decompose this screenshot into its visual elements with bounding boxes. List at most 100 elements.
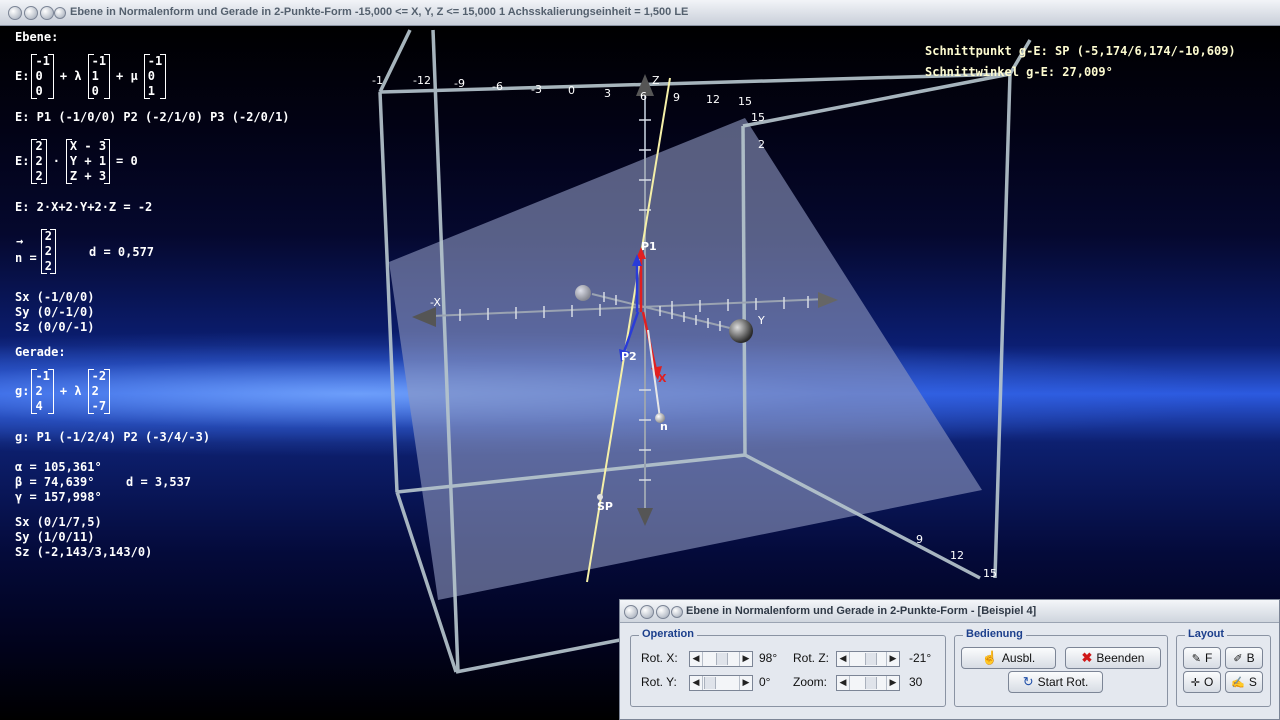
- gerade-heading: Gerade:: [15, 345, 66, 359]
- rot-z-slider[interactable]: ◀ ▶: [836, 651, 900, 667]
- window-title-bar[interactable]: Ebene in Normalenform und Gerade in 2-Pu…: [0, 0, 1280, 26]
- slider-left-icon[interactable]: ◀: [690, 676, 703, 690]
- plane-sz: Sz (0/0/-1): [15, 320, 95, 334]
- rot-x-value: 98°: [759, 651, 778, 665]
- plane-coordinate-equation: E: 2·X+2·Y+2·Z = -2: [15, 200, 153, 214]
- angle-beta: β = 74,639°: [15, 475, 95, 489]
- bedienung-group: Bedienung ☝ Ausbl. ✖ Beenden ↻ Start Rot…: [954, 628, 1168, 707]
- slider-left-icon[interactable]: ◀: [690, 652, 703, 666]
- layout-label: Layout: [1185, 628, 1228, 640]
- slider-left-icon[interactable]: ◀: [837, 676, 850, 690]
- slider-left-icon[interactable]: ◀: [837, 652, 850, 666]
- line-direction-vector: -2 2 -7: [87, 369, 111, 414]
- y-axis-label: Y: [757, 314, 765, 327]
- control-dialog: Ebene in Normalenform und Gerade in 2-Pu…: [619, 599, 1280, 720]
- layout-b-button[interactable]: ✐ B: [1225, 647, 1263, 669]
- dialog-minimize-icon[interactable]: [640, 605, 654, 619]
- z-axis-label: Z: [652, 74, 660, 87]
- tick-label: 3: [604, 87, 611, 100]
- vector-p0: -1 0 0: [31, 54, 54, 99]
- xyz-difference-vector: X - 3 Y + 1 Z + 3: [65, 139, 111, 184]
- equals-zero: = 0: [116, 154, 138, 168]
- intersection-angle: Schnittwinkel g-E: 27,009°: [925, 65, 1113, 79]
- vector-entry: 2: [35, 139, 43, 153]
- vector-entry: 0: [147, 69, 155, 83]
- vector-entry: 0: [91, 84, 99, 98]
- line-sz: Sz (-2,143/3,143/0): [15, 545, 153, 559]
- vector-entry: 1: [91, 69, 99, 83]
- tick-label: 15: [751, 111, 765, 124]
- g-plus-lambda: + λ: [59, 384, 82, 398]
- plane-surface: [389, 118, 982, 600]
- tick-label: 9: [916, 533, 923, 546]
- maximize-icon[interactable]: [40, 6, 54, 20]
- point-p1-label: P1: [641, 240, 657, 253]
- close-icon: ✖: [1081, 650, 1093, 665]
- vector-entry: -1: [35, 54, 50, 68]
- slider-thumb[interactable]: [865, 677, 877, 689]
- tick-label: 6: [640, 90, 647, 103]
- vector-entry: 2: [44, 244, 52, 258]
- vector-entry: 0: [35, 69, 43, 83]
- line-distance: d = 3,537: [126, 475, 192, 489]
- vector-entry: 2: [44, 259, 52, 273]
- ausbl-button[interactable]: ☝ Ausbl.: [961, 647, 1056, 669]
- line-support-vector: -1 2 4: [31, 369, 54, 414]
- rot-y-slider[interactable]: ◀ ▶: [689, 675, 753, 691]
- zoom-slider[interactable]: ◀ ▶: [836, 675, 900, 691]
- vector-entry: -1: [147, 54, 163, 68]
- slider-thumb[interactable]: [865, 653, 877, 665]
- slider-thumb[interactable]: [716, 653, 728, 665]
- layout-s-button[interactable]: ✍ S: [1225, 671, 1263, 693]
- minimize-icon[interactable]: [24, 6, 38, 20]
- slider-right-icon[interactable]: ▶: [739, 652, 752, 666]
- window-menu-icon[interactable]: [8, 6, 22, 20]
- x-axis-label: X: [658, 372, 667, 385]
- plus-lambda: + λ: [59, 69, 82, 83]
- vector-u: -1 1 0: [87, 54, 111, 99]
- n-vector: n = 2 2 2: [15, 229, 56, 274]
- layout-f-label: F: [1204, 651, 1213, 665]
- tick-label: 0: [568, 84, 575, 97]
- dialog-menu-icon[interactable]: [624, 605, 638, 619]
- tick-label: -6: [492, 80, 503, 93]
- tick-label: -9: [454, 77, 465, 90]
- angle-alpha: α = 105,361°: [15, 460, 102, 474]
- slider-right-icon[interactable]: ▶: [886, 676, 899, 690]
- vector-entry: 1: [147, 84, 155, 98]
- vector-entry: 2: [44, 229, 52, 243]
- dot-operator: ·: [52, 154, 60, 168]
- tick-label: -3: [531, 83, 542, 96]
- beenden-button[interactable]: ✖ Beenden: [1065, 647, 1161, 669]
- dialog-maximize-icon[interactable]: [656, 605, 670, 619]
- angle-gamma: γ = 157,998°: [15, 490, 102, 504]
- layout-f-button[interactable]: ✎ F: [1183, 647, 1221, 669]
- slider-right-icon[interactable]: ▶: [886, 652, 899, 666]
- tick-label: 15: [983, 567, 997, 580]
- start-rot-button-label: Start Rot.: [1037, 675, 1089, 689]
- dialog-app-icon: [671, 606, 683, 618]
- plane-sy: Sy (0/-1/0): [15, 305, 95, 319]
- rot-z-label: Rot. Z:: [793, 651, 830, 665]
- rot-x-slider[interactable]: ◀ ▶: [689, 651, 753, 667]
- vector-entry: Z + 3: [69, 169, 107, 183]
- g-prefix: g:: [15, 384, 30, 398]
- tick-label: -1: [372, 74, 383, 87]
- normal-prefix: E:: [15, 154, 30, 168]
- rot-x-label: Rot. X:: [641, 651, 678, 665]
- tick-label: 12: [950, 549, 964, 562]
- app-icon: [54, 7, 66, 19]
- vector-entry: 2: [91, 384, 99, 398]
- plane-points: E: P1 (-1/0/0) P2 (-2/1/0) P3 (-2/0/1): [15, 110, 290, 124]
- slider-right-icon[interactable]: ▶: [739, 676, 752, 690]
- fill-icon: ✐: [1233, 652, 1243, 665]
- tick-label: -12: [413, 74, 431, 87]
- layout-o-button[interactable]: ✛ O: [1183, 671, 1221, 693]
- dialog-title-bar[interactable]: Ebene in Normalenform und Gerade in 2-Pu…: [620, 600, 1279, 623]
- start-rot-button[interactable]: ↻ Start Rot.: [1008, 671, 1103, 693]
- plane-distance: d = 0,577: [89, 245, 155, 259]
- vector-entry: 4: [35, 399, 43, 413]
- normal-vector-entries: 2 2 2: [31, 139, 47, 184]
- normal-vector-label: n: [660, 420, 668, 433]
- slider-thumb[interactable]: [704, 677, 716, 689]
